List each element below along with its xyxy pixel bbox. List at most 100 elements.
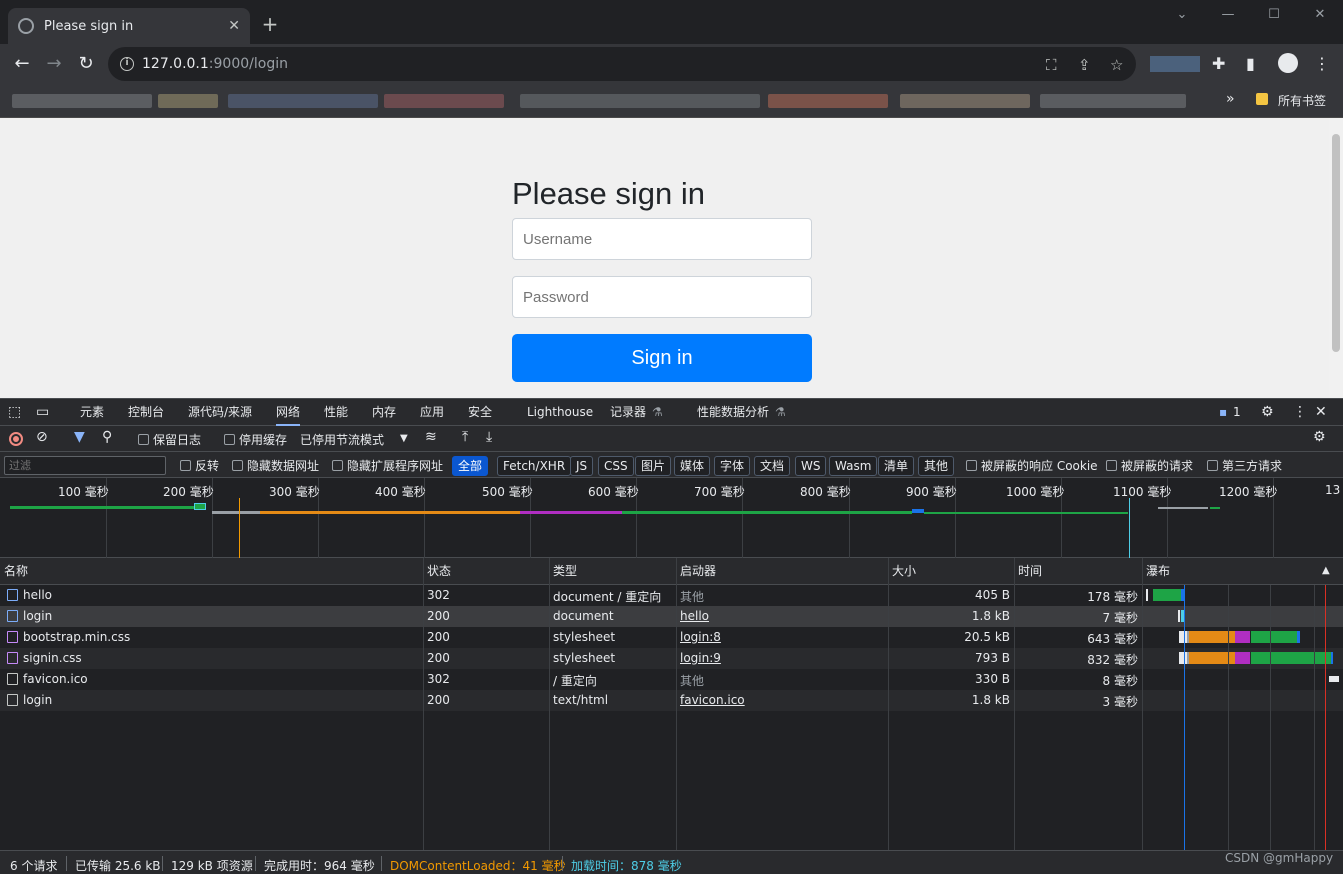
column-divider[interactable] [1142,558,1143,850]
back-button[interactable]: ← [10,52,34,76]
issues-count[interactable]: 1 [1233,399,1241,426]
filter-type-js[interactable]: JS [570,456,594,476]
hide-data-urls-checkbox[interactable]: 隐藏数据网址 [232,457,319,474]
bookmark-item[interactable] [228,94,378,108]
chevron-down-icon[interactable]: ▼ [400,433,408,444]
bookmark-item[interactable] [1040,94,1186,108]
menu-kebab-icon[interactable]: ⋮ [1314,54,1330,73]
column-divider[interactable] [1014,558,1015,850]
page-scrollbar[interactable] [1329,118,1343,398]
side-panel-icon[interactable]: ▮ [1246,54,1255,73]
filter-type-fetch[interactable]: Fetch/XHR [497,456,572,476]
tab-network[interactable]: 网络 [276,399,301,426]
filter-type-other[interactable]: 其他 [918,456,955,476]
close-tab-icon[interactable]: ✕ [228,18,240,34]
throttle-select[interactable]: 已停用节流模式 [300,431,384,448]
address-bar[interactable]: i 127.0.0.1:9000/login ⛶ ⇪ ☆ [108,47,1136,81]
blocked-requests-checkbox[interactable]: 被屏蔽的请求 [1106,457,1193,474]
filter-input[interactable] [4,456,166,475]
password-input[interactable] [512,276,812,318]
new-tab-button[interactable]: + [258,12,282,36]
column-divider[interactable] [888,558,889,850]
more-options-icon[interactable]: ⋮ [1293,399,1307,426]
tab-performance[interactable]: 性能 [324,399,348,426]
blocked-cookies-checkbox[interactable]: 被屏蔽的响应 Cookie [966,457,1098,474]
close-window-button[interactable]: ✕ [1297,0,1343,32]
tab-recorder[interactable]: 记录器 [610,399,646,426]
filter-type-manifest[interactable]: 清单 [878,456,915,476]
preserve-log-checkbox[interactable]: 保留日志 [138,431,201,448]
column-header-waterfall[interactable]: 瀑布 [1142,558,1343,585]
tab-performance-insights[interactable]: 性能数据分析 [697,399,769,426]
column-divider[interactable] [676,558,677,850]
browser-tab[interactable]: Please sign in ✕ [8,8,250,44]
tab-security[interactable]: 安全 [468,399,492,426]
hide-extension-urls-checkbox[interactable]: 隐藏扩展程序网址 [332,457,443,474]
username-input[interactable] [512,218,812,260]
network-settings-icon[interactable]: ⚙ [1313,429,1326,445]
filter-type-css[interactable]: CSS [598,456,634,476]
download-icon[interactable]: ⤓ [486,429,492,445]
invert-checkbox[interactable]: 反转 [180,457,219,474]
profile-avatar[interactable] [1278,53,1298,73]
search-icon[interactable]: ⚲ [102,429,112,445]
column-header-size[interactable]: 大小 [888,558,1014,585]
inspect-element-icon[interactable]: ⬚ [8,399,21,426]
column-divider[interactable] [423,558,424,850]
column-header-status[interactable]: 状态 [423,558,549,585]
extension-icon[interactable] [1150,56,1200,72]
reload-button[interactable]: ↻ [74,52,98,76]
record-icon[interactable] [9,432,23,446]
upload-icon[interactable]: ⤒ [462,429,468,445]
filter-type-img[interactable]: 图片 [635,456,672,476]
request-initiator-link[interactable]: favicon.ico [680,693,745,707]
bookmark-item[interactable] [900,94,1030,108]
bookmark-star-icon[interactable]: ☆ [1110,56,1123,74]
network-conditions-icon[interactable]: ≋ [425,429,437,445]
bookmark-item[interactable] [520,94,760,108]
sort-asc-icon[interactable]: ▲ [1322,565,1330,576]
clear-icon[interactable]: ⊘ [36,429,48,445]
bookmark-item[interactable] [384,94,504,108]
more-bookmarks-icon[interactable]: » [1226,91,1235,107]
share-icon[interactable]: ⇪ [1078,56,1091,74]
device-toolbar-icon[interactable]: ▭ [36,399,49,426]
filter-type-wasm[interactable]: Wasm [829,456,878,476]
column-divider[interactable] [549,558,550,850]
issues-icon[interactable]: ▪ [1219,399,1227,426]
filter-type-doc[interactable]: 文档 [754,456,791,476]
request-initiator-link[interactable]: login:9 [680,651,721,665]
request-initiator-link[interactable]: login:8 [680,630,721,644]
gear-icon[interactable]: ⚙ [1261,399,1274,426]
tab-lighthouse[interactable]: Lighthouse [527,399,593,426]
tab-application[interactable]: 应用 [420,399,444,426]
translate-icon[interactable]: ⛶ [1046,56,1057,74]
minimize-button[interactable]: — [1205,0,1251,32]
all-bookmarks-link[interactable]: 所有书签 [1278,92,1326,109]
bookmark-item[interactable] [12,94,152,108]
filter-type-ws[interactable]: WS [795,456,827,476]
column-header-name[interactable]: 名称 [0,558,423,585]
bookmark-item[interactable] [768,94,888,108]
disable-cache-checkbox[interactable]: 停用缓存 [224,431,287,448]
puzzle-icon[interactable]: ✚ [1212,54,1225,73]
filter-icon[interactable]: ▼ [74,429,85,445]
tab-sources[interactable]: 源代码/来源 [188,399,252,426]
network-overview-timeline[interactable]: 100 毫秒 200 毫秒 300 毫秒 400 毫秒 500 毫秒 600 毫… [0,478,1343,558]
column-header-initiator[interactable]: 启动器 [676,558,888,585]
tab-console[interactable]: 控制台 [128,399,164,426]
filter-type-all[interactable]: 全部 [452,456,489,476]
tab-memory[interactable]: 内存 [372,399,396,426]
tab-elements[interactable]: 元素 [80,399,104,426]
chevron-down-icon[interactable]: ⌄ [1159,0,1205,32]
filter-type-media[interactable]: 媒体 [674,456,711,476]
site-info-icon[interactable]: i [120,57,134,71]
forward-button[interactable]: → [42,52,66,76]
third-party-checkbox[interactable]: 第三方请求 [1207,457,1282,474]
close-devtools-icon[interactable]: ✕ [1315,399,1327,426]
column-header-time[interactable]: 时间 [1014,558,1142,585]
filter-type-font[interactable]: 字体 [714,456,751,476]
column-header-type[interactable]: 类型 [549,558,676,585]
sign-in-button[interactable]: Sign in [512,334,812,382]
request-initiator-link[interactable]: hello [680,609,709,623]
